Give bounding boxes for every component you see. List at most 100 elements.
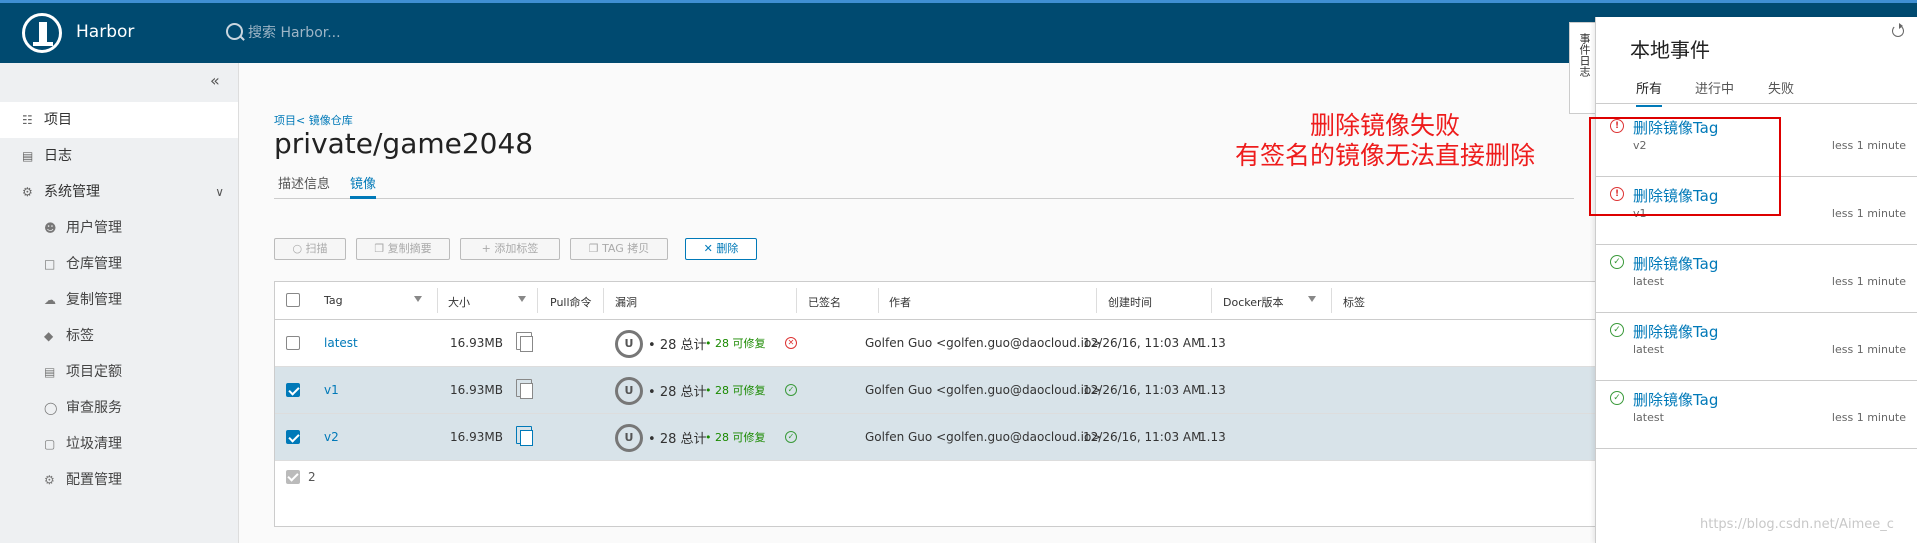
table-row[interactable]: v2 16.93MB U • 28 总计 • 28 可修复 ✓ Golfen G…	[275, 414, 1605, 461]
event-tag: latest	[1633, 411, 1664, 424]
table-row[interactable]: latest 16.93MB U • 28 总计 • 28 可修复 ✕ Golf…	[275, 320, 1605, 367]
sidebar-item-labels[interactable]: ◆ 标签	[0, 318, 238, 354]
annotation-highlight-box	[1589, 117, 1781, 216]
tag-link[interactable]: latest	[324, 336, 358, 350]
harbor-logo-icon[interactable]	[22, 13, 62, 53]
event-log-tab[interactable]: 事件日志	[1569, 22, 1596, 114]
sidebar-item-admin[interactable]: ⚙ 系统管理 ∨	[0, 174, 238, 210]
chevron-down-icon: ∨	[215, 185, 224, 199]
sidebar-item-label: 标签	[66, 328, 94, 344]
tab-in-progress[interactable]: 进行中	[1695, 78, 1734, 97]
vulnerability-badge[interactable]: U	[615, 330, 643, 358]
event-tag: latest	[1633, 343, 1664, 356]
header-vulnerability[interactable]: 漏洞	[615, 294, 637, 310]
sidebar-item-label: 复制管理	[66, 292, 122, 308]
table-row[interactable]: v1 16.93MB U • 28 总计 • 28 可修复 ✓ Golfen G…	[275, 367, 1605, 414]
copy-icon[interactable]	[516, 332, 533, 352]
row-checkbox[interactable]	[286, 336, 300, 350]
success-icon: ✓	[1610, 391, 1624, 405]
vulnerability-fixable: • 28 可修复	[705, 337, 766, 350]
sidebar-item-label: 配置管理	[66, 472, 122, 488]
refresh-icon[interactable]	[1892, 23, 1904, 37]
tab-images[interactable]: 镜像	[350, 173, 377, 199]
column-separator	[537, 288, 538, 313]
tab-info[interactable]: 描述信息	[278, 173, 330, 192]
event-title[interactable]: 删除镜像Tag	[1633, 253, 1718, 274]
sidebar-item-users[interactable]: ☻ 用户管理	[0, 210, 238, 246]
vulnerability-total: • 28 总计	[648, 385, 707, 400]
sidebar-item-projects[interactable]: ☷ 项目	[0, 102, 238, 138]
created-cell: 12/26/16, 11:03 AM	[1083, 430, 1202, 444]
filter-icon[interactable]	[518, 296, 526, 302]
sidebar-item-config[interactable]: ⚙ 配置管理	[0, 462, 238, 498]
author-cell: Golfen Guo <golfen.guo@daocloud.io>	[865, 383, 1102, 397]
sidebar-item-gc[interactable]: ▢ 垃圾清理	[0, 426, 238, 462]
vulnerability-fixable-text: 28 可修复	[715, 431, 766, 444]
sidebar-item-label: 项目定额	[66, 364, 122, 380]
tag-link[interactable]: v2	[324, 430, 339, 444]
filter-icon[interactable]	[414, 296, 422, 302]
column-separator	[437, 288, 438, 313]
sidebar-item-logs[interactable]: ▤ 日志	[0, 138, 238, 174]
header-author[interactable]: 作者	[889, 294, 911, 310]
vulnerability-fixable: • 28 可修复	[705, 431, 766, 444]
search-input[interactable]	[246, 19, 550, 47]
shield-icon: ◯	[44, 401, 58, 415]
docker-version-cell: 1.13	[1199, 383, 1226, 397]
sidebar-item-label: 日志	[44, 148, 72, 164]
vulnerability-total: • 28 总计	[648, 338, 707, 353]
header-size[interactable]: 大小	[448, 294, 470, 310]
log-icon: ▤	[22, 149, 34, 163]
event-item[interactable]: ✓ 删除镜像Tag latest less 1 minute	[1596, 245, 1917, 313]
sidebar-item-label: 垃圾清理	[66, 436, 122, 452]
header-docker-version[interactable]: Docker版本	[1223, 294, 1284, 310]
column-separator	[878, 288, 879, 313]
event-item[interactable]: ✓ 删除镜像Tag latest less 1 minute	[1596, 381, 1917, 449]
row-checkbox[interactable]	[286, 383, 300, 397]
sidebar-item-registries[interactable]: □ 仓库管理	[0, 246, 238, 282]
event-time: less 1 minute	[1831, 411, 1906, 424]
breadcrumb[interactable]: 项目< 镜像仓库	[274, 112, 353, 128]
size-cell: 16.93MB	[450, 430, 503, 444]
page-title: private/game2048	[274, 127, 534, 160]
vulnerability-badge[interactable]: U	[615, 377, 643, 405]
sidebar-item-quotas[interactable]: ▤ 项目定额	[0, 354, 238, 390]
vulnerability-total-text: 28 总计	[659, 385, 707, 400]
scan-button[interactable]: ○ 扫描	[274, 238, 346, 260]
sidebar-item-interrogation[interactable]: ◯ 审查服务	[0, 390, 238, 426]
trash-icon: ▢	[44, 437, 56, 451]
sidebar-item-label: 系统管理	[44, 184, 100, 200]
sidebar-item-label: 项目	[44, 112, 72, 128]
panel-tab-divider	[1596, 103, 1917, 104]
copy-digest-button[interactable]: ❐ 复制摘要	[356, 238, 450, 260]
docker-version-cell: 1.13	[1199, 336, 1226, 350]
event-title[interactable]: 删除镜像Tag	[1633, 321, 1718, 342]
event-item[interactable]: ✓ 删除镜像Tag latest less 1 minute	[1596, 313, 1917, 381]
unsigned-icon: ✕	[785, 337, 797, 349]
quota-icon: ▤	[44, 365, 56, 379]
row-checkbox[interactable]	[286, 430, 300, 444]
column-separator	[1331, 288, 1332, 313]
header-tag[interactable]: Tag	[324, 294, 343, 307]
delete-button[interactable]: ✕ 删除	[685, 238, 757, 260]
event-title[interactable]: 删除镜像Tag	[1633, 389, 1718, 410]
copy-icon[interactable]	[516, 426, 533, 446]
select-all-checkbox[interactable]	[286, 293, 300, 307]
size-cell: 16.93MB	[450, 383, 503, 397]
header-pull: Pull命令	[550, 296, 592, 309]
sidebar-item-replication[interactable]: ☁ 复制管理	[0, 282, 238, 318]
tag-link[interactable]: v1	[324, 383, 339, 397]
tab-failed[interactable]: 失败	[1768, 78, 1794, 97]
sidebar-item-label: 审查服务	[66, 400, 122, 416]
header-created[interactable]: 创建时间	[1108, 294, 1152, 310]
app-brand[interactable]: Harbor	[76, 22, 134, 42]
add-label-button[interactable]: + 添加标签	[460, 238, 560, 260]
tag-copy-button[interactable]: ❐ TAG 拷贝	[570, 238, 668, 260]
column-separator	[796, 288, 797, 313]
vulnerability-badge[interactable]: U	[615, 424, 643, 452]
filter-icon[interactable]	[1308, 296, 1316, 302]
copy-icon[interactable]	[516, 379, 533, 399]
sidebar-collapse-icon[interactable]: «	[210, 71, 220, 90]
header-signed[interactable]: 已签名	[808, 294, 841, 310]
replication-icon: ☁	[44, 293, 56, 307]
